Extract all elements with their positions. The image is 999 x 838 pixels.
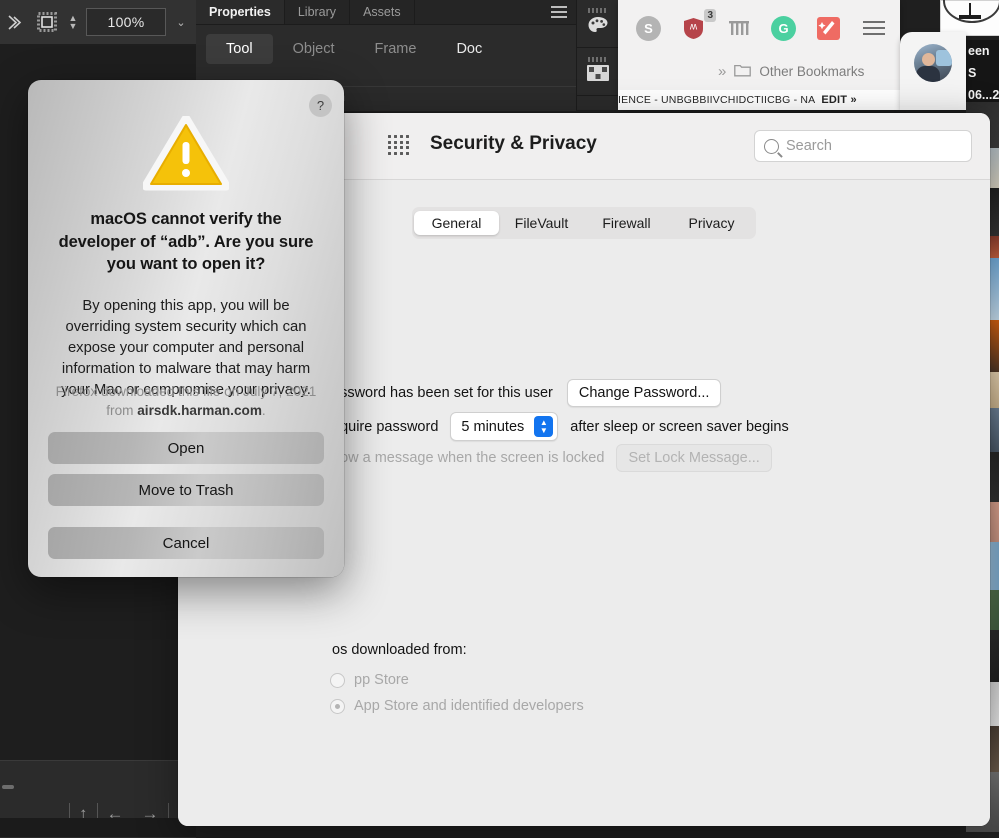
tab-filevault[interactable]: FileVault (499, 211, 584, 235)
radio-button-icon[interactable] (330, 672, 345, 688)
set-lock-message-button[interactable]: Set Lock Message... (616, 444, 772, 472)
ticker-edit-link[interactable]: EDIT » (821, 94, 856, 106)
extension-badge-count: 3 (704, 8, 716, 22)
zoom-input[interactable]: 100% (86, 8, 166, 36)
drag-grip-icon[interactable] (588, 8, 608, 13)
dark-title-chip: een S 06...2 (966, 40, 999, 102)
hamburger-menu-icon[interactable] (861, 16, 886, 41)
search-placeholder: Search (786, 138, 832, 154)
search-input[interactable]: Search (754, 130, 972, 162)
decorative-base (959, 15, 981, 19)
change-password-button[interactable]: Change Password... (566, 379, 722, 407)
folder-icon (734, 63, 752, 80)
lock-message-label: how a message when the screen is locked (332, 450, 605, 466)
radio-button-selected-icon[interactable] (330, 698, 345, 714)
animate-top-toolbar: ▲ ▼ 100% ⌄ (0, 0, 196, 45)
tab-firewall[interactable]: Firewall (584, 211, 669, 235)
bookmarks-bar: » Other Bookmarks (618, 56, 900, 86)
tab-privacy[interactable]: Privacy (669, 211, 754, 235)
move-to-trash-button[interactable]: Move to Trash (48, 474, 324, 506)
subtab-doc[interactable]: Doc (436, 34, 502, 64)
require-password-row: equire password 5 minutes ▲ ▼ after sleep… (332, 412, 789, 441)
comb-icon[interactable] (726, 16, 751, 41)
hamburger-menu-icon[interactable] (551, 6, 567, 18)
warning-triangle-icon (141, 114, 231, 192)
chevron-down-icon[interactable]: ⌄ (172, 16, 190, 29)
allow-apps-label-row: os downloaded from: (332, 642, 467, 658)
panel-icon-rail (576, 0, 619, 110)
subtab-object[interactable]: Object (273, 34, 355, 64)
ticker-text: IENCE - UNBGBBIIVCHIDCTIICBG - NA (618, 94, 816, 106)
tab-library[interactable]: Library (285, 0, 351, 24)
decorative-arc (943, 0, 999, 23)
dark-title-line2: 06...2 (968, 88, 999, 102)
scroll-handle[interactable] (2, 785, 14, 789)
all-preferences-grid-icon[interactable] (388, 135, 410, 155)
shield-badge-icon[interactable]: w 3 (681, 8, 716, 41)
alert-title: macOS cannot verify the developer of “ad… (58, 210, 314, 273)
radio-app-store[interactable]: pp Store (330, 672, 409, 688)
alert-source-domain: airsdk.harman.com (137, 403, 262, 418)
page-title: Security & Privacy (430, 133, 597, 154)
svg-text:w: w (689, 21, 698, 32)
subtab-frame[interactable]: Frame (355, 34, 437, 64)
require-password-value: 5 minutes (461, 418, 525, 435)
background-window-fragment (940, 0, 999, 36)
zoom-stepper[interactable]: ▲ ▼ (66, 7, 80, 37)
animate-status-strip (0, 818, 196, 837)
magic-wand-icon[interactable] (816, 16, 841, 41)
flow-icon[interactable] (2, 9, 28, 35)
require-password-suffix: after sleep or screen saver begins (570, 418, 789, 435)
tab-general[interactable]: General (414, 211, 499, 235)
rail-item-color[interactable] (577, 0, 619, 48)
cancel-button[interactable]: Cancel (48, 527, 324, 559)
rail-item-swatches[interactable] (577, 48, 619, 96)
avatar[interactable] (914, 44, 952, 82)
drag-grip-icon[interactable] (588, 57, 608, 62)
dark-title-line1: een S (968, 44, 990, 80)
open-button[interactable]: Open (48, 432, 324, 464)
radio-app-store-identified[interactable]: App Store and identified developers (330, 698, 584, 714)
swatches-grid-icon[interactable] (587, 65, 609, 86)
profile-card[interactable] (900, 32, 966, 110)
search-icon (764, 138, 779, 154)
other-bookmarks-label[interactable]: Other Bookmarks (759, 64, 864, 79)
avatar-head (922, 53, 935, 66)
stage-bounds-icon[interactable] (34, 9, 60, 35)
gatekeeper-alert-dialog: ? macOS cannot verify the developer of “… (28, 80, 344, 577)
avatar-body (916, 66, 940, 82)
radio-app-store-label: pp Store (354, 672, 409, 688)
browser-window-fragment: S w 3 G » Other Bookmarks IENCE - UNBGBB… (618, 0, 900, 110)
s-circle-icon[interactable]: S (636, 15, 661, 41)
help-button[interactable]: ? (309, 94, 332, 117)
require-password-select[interactable]: 5 minutes ▲ ▼ (450, 412, 559, 441)
color-palette-icon[interactable] (587, 16, 609, 39)
alert-source-suffix: . (261, 403, 266, 418)
preference-tabs: General FileVault Firewall Privacy (412, 207, 756, 239)
double-chevron-right-icon[interactable]: » (718, 63, 726, 80)
properties-subtabs: Tool Object Frame Doc (196, 25, 576, 73)
allow-apps-label: os downloaded from: (332, 642, 467, 658)
news-ticker: IENCE - UNBGBBIIVCHIDCTIICBG - NA EDIT » (618, 90, 900, 110)
radio-app-store-identified-label: App Store and identified developers (354, 698, 584, 714)
tab-assets[interactable]: Assets (350, 0, 415, 24)
password-set-row: assword has been set for this user Chang… (332, 379, 722, 407)
browser-extension-toolbar: S w 3 G (618, 0, 900, 56)
subtab-tool[interactable]: Tool (206, 34, 273, 64)
lock-message-row: how a message when the screen is locked … (332, 444, 772, 472)
chevron-updown-icon: ▲ ▼ (534, 416, 554, 437)
tab-properties[interactable]: Properties (196, 0, 285, 24)
require-password-label: equire password (332, 418, 439, 435)
password-set-label: assword has been set for this user (332, 385, 553, 401)
properties-panel-tabs: Properties Library Assets (196, 0, 576, 25)
avatar-background-scene (936, 50, 952, 66)
grammarly-icon[interactable]: G (771, 15, 796, 41)
alert-source-text: Firefox downloaded this file on July 7, … (54, 382, 318, 420)
